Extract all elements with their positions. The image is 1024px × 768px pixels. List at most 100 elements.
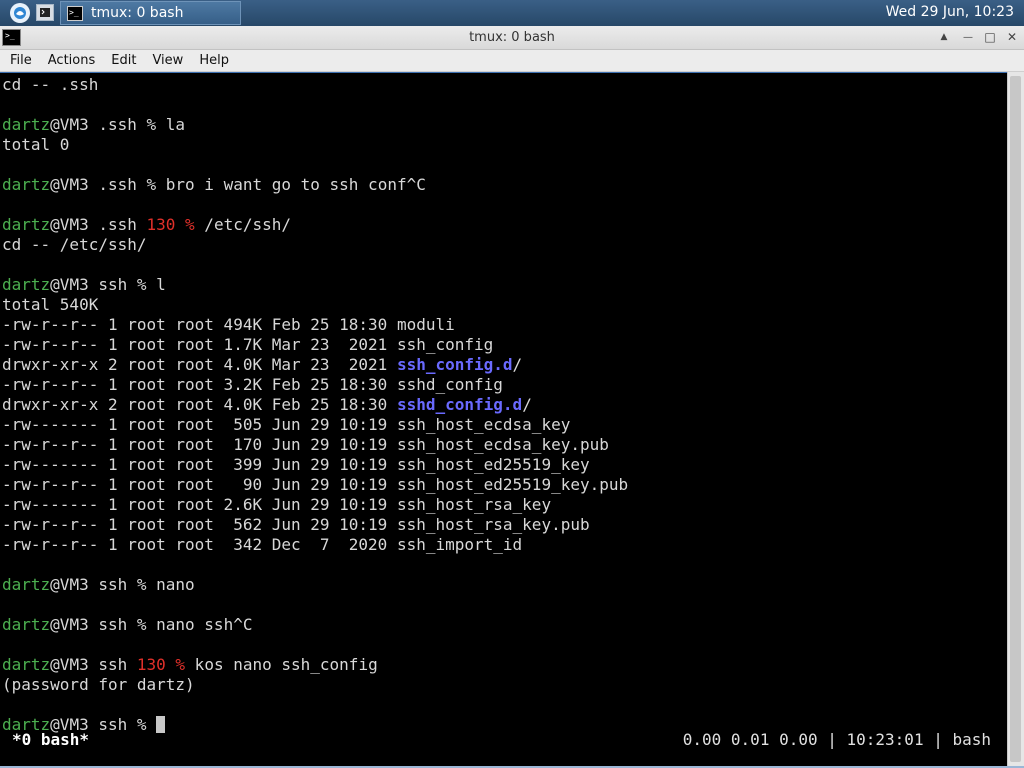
terminal-text: -rw-r--r-- 1 root root 562 Jun 29 10:19 … xyxy=(2,515,590,534)
exit-status: 130 % xyxy=(136,655,186,674)
terminal-text: -rw-r--r-- 1 root root 342 Dec 7 2020 ss… xyxy=(2,535,523,554)
close-button[interactable]: ✕ xyxy=(1004,29,1020,45)
terminal-line: -rw-r--r-- 1 root root 3.2K Feb 25 18:30… xyxy=(2,375,628,395)
terminal-text: kos nano ssh_config xyxy=(185,655,378,674)
maximize-icon: □ xyxy=(984,30,996,44)
exit-status: 130 % xyxy=(146,215,195,234)
taskbar-item-label: tmux: 0 bash xyxy=(91,5,184,21)
prompt-user: dartz xyxy=(2,215,51,234)
terminal-icon xyxy=(40,8,50,17)
terminal-line: -rw------- 1 root root 2.6K Jun 29 10:19… xyxy=(2,495,628,515)
prompt-user: dartz xyxy=(2,575,51,594)
terminal-line: cd -- /etc/ssh/ xyxy=(2,235,628,255)
menu-view[interactable]: View xyxy=(146,53,189,68)
terminal-text: -rw-r--r-- 1 root root 3.2K Feb 25 18:30… xyxy=(2,375,503,394)
terminal-text: /etc/ssh/ xyxy=(194,215,291,234)
terminal-line: -rw-r--r-- 1 root root 90 Jun 29 10:19 s… xyxy=(2,475,628,495)
terminal-text: @VM3 ssh % nano ssh^C xyxy=(50,615,253,634)
terminal-area[interactable]: cd -- .ssh dartz@VM3 .ssh % la total 0 dart… xyxy=(0,72,1007,766)
menu-actions[interactable]: Actions xyxy=(42,53,102,68)
prompt-user: dartz xyxy=(2,615,51,634)
directory-name: ssh_config.d xyxy=(396,355,513,374)
prompt-user: dartz xyxy=(2,115,51,134)
terminal-line: -rw-r--r-- 1 root root 562 Jun 29 10:19 … xyxy=(2,515,628,535)
terminal-output: cd -- .ssh dartz@VM3 .ssh % la total 0 dart… xyxy=(2,75,628,735)
terminal-line: cd -- .ssh xyxy=(2,75,628,95)
terminal-line: -rw-r--r-- 1 root root 170 Jun 29 10:19 … xyxy=(2,435,628,455)
show-desktop-button[interactable] xyxy=(36,4,54,21)
terminal-text: total 540K xyxy=(2,295,99,314)
terminal-text: -rw-r--r-- 1 root root 90 Jun 29 10:19 s… xyxy=(2,475,629,494)
app-menu-button[interactable] xyxy=(10,3,30,23)
terminal-line: dartz@VM3 .ssh % la xyxy=(2,115,628,135)
desktop: >_ tmux: 0 bash Wed 29 Jun, 10:23 >_ tmu… xyxy=(0,0,1024,768)
terminal-line: -rw------- 1 root root 505 Jun 29 10:19 … xyxy=(2,415,628,435)
terminal-text: cd -- /etc/ssh/ xyxy=(2,235,147,254)
menu-file[interactable]: File xyxy=(4,53,38,68)
top-panel: >_ tmux: 0 bash Wed 29 Jun, 10:23 xyxy=(0,0,1024,26)
scrollbar[interactable] xyxy=(1007,72,1024,766)
terminal-text: @VM3 ssh % l xyxy=(50,275,166,294)
window-title: tmux: 0 bash xyxy=(469,30,555,45)
terminal-line: -rw------- 1 root root 399 Jun 29 10:19 … xyxy=(2,455,628,475)
minimize-icon: — xyxy=(963,31,973,43)
terminal-text: @VM3 ssh % nano xyxy=(50,575,195,594)
terminal-text: @VM3 .ssh xyxy=(50,215,147,234)
menu-help[interactable]: Help xyxy=(193,53,235,68)
taskbar-item-terminal[interactable]: >_ tmux: 0 bash xyxy=(60,1,241,25)
terminal-text: / xyxy=(522,395,532,414)
terminal-line: dartz@VM3 ssh % l xyxy=(2,275,628,295)
terminal-text: total 0 xyxy=(2,135,70,154)
terminal-line: drwxr-xr-x 2 root root 4.0K Mar 23 2021 … xyxy=(2,355,628,375)
terminal-line: total 0 xyxy=(2,135,628,155)
terminal-text: @VM3 .ssh % la xyxy=(50,115,186,134)
prompt-user: dartz xyxy=(2,655,51,674)
directory-name: sshd_config.d xyxy=(396,395,523,414)
shade-button[interactable]: ▲ xyxy=(936,29,952,45)
terminal-line: drwxr-xr-x 2 root root 4.0K Feb 25 18:30… xyxy=(2,395,628,415)
menu-bar: File Actions Edit View Help xyxy=(0,50,1024,72)
prompt-user: dartz xyxy=(2,175,51,194)
terminal-text: -rw-r--r-- 1 root root 170 Jun 29 10:19 … xyxy=(2,435,609,454)
chevron-up-icon: ▲ xyxy=(940,32,948,42)
menu-edit[interactable]: Edit xyxy=(105,53,142,68)
terminal-line: -rw-r--r-- 1 root root 342 Dec 7 2020 ss… xyxy=(2,535,628,555)
terminal-line: dartz@VM3 ssh % nano xyxy=(2,575,628,595)
minimize-button[interactable]: — xyxy=(960,29,976,45)
terminal-text: cd -- .ssh xyxy=(2,75,99,94)
terminal-text: -rw------- 1 root root 2.6K Jun 29 10:19… xyxy=(2,495,552,514)
close-icon: ✕ xyxy=(1006,30,1018,44)
terminal-icon: >_ xyxy=(67,5,83,21)
terminal-text: drwxr-xr-x 2 root root 4.0K Mar 23 2021 xyxy=(2,355,397,374)
terminal-text: -rw------- 1 root root 399 Jun 29 10:19 … xyxy=(2,455,590,474)
terminal-text: -rw-r--r-- 1 root root 1.7K Mar 23 2021 … xyxy=(2,335,494,354)
terminal-text: -rw-r--r-- 1 root root 494K Feb 25 18:30… xyxy=(2,315,455,334)
window-titlebar[interactable]: >_ tmux: 0 bash ▲ — □ ✕ xyxy=(0,26,1024,50)
terminal-text: -rw------- 1 root root 505 Jun 29 10:19 … xyxy=(2,415,571,434)
terminal-line: dartz@VM3 .ssh % bro i want go to ssh co… xyxy=(2,175,628,195)
prompt-user: dartz xyxy=(2,275,51,294)
terminal-line: dartz@VM3 .ssh 130 % /etc/ssh/ xyxy=(2,215,628,235)
tmux-window-list[interactable]: *0 bash* xyxy=(12,730,89,749)
terminal-text: (password for dartz) xyxy=(2,675,195,694)
terminal-line: total 540K xyxy=(2,295,628,315)
scrollbar-thumb[interactable] xyxy=(1010,76,1021,762)
terminal-window: >_ tmux: 0 bash ▲ — □ ✕ File Actions Edi… xyxy=(0,26,1024,768)
clock[interactable]: Wed 29 Jun, 10:23 xyxy=(886,4,1014,20)
terminal-line: (password for dartz) xyxy=(2,675,628,695)
xfce-launcher-icon xyxy=(14,7,26,19)
maximize-button[interactable]: □ xyxy=(982,29,998,45)
terminal-line: dartz@VM3 ssh 130 % kos nano ssh_config xyxy=(2,655,628,675)
terminal-text: @VM3 .ssh % bro i want go to ssh conf^C xyxy=(50,175,426,194)
tmux-status-right: 0.00 0.01 0.00 | 10:23:01 | bash xyxy=(682,730,991,749)
tmux-status-bar: *0 bash* 0.00 0.01 0.00 | 10:23:01 | bas… xyxy=(0,729,1007,751)
terminal-text: @VM3 ssh xyxy=(50,655,137,674)
